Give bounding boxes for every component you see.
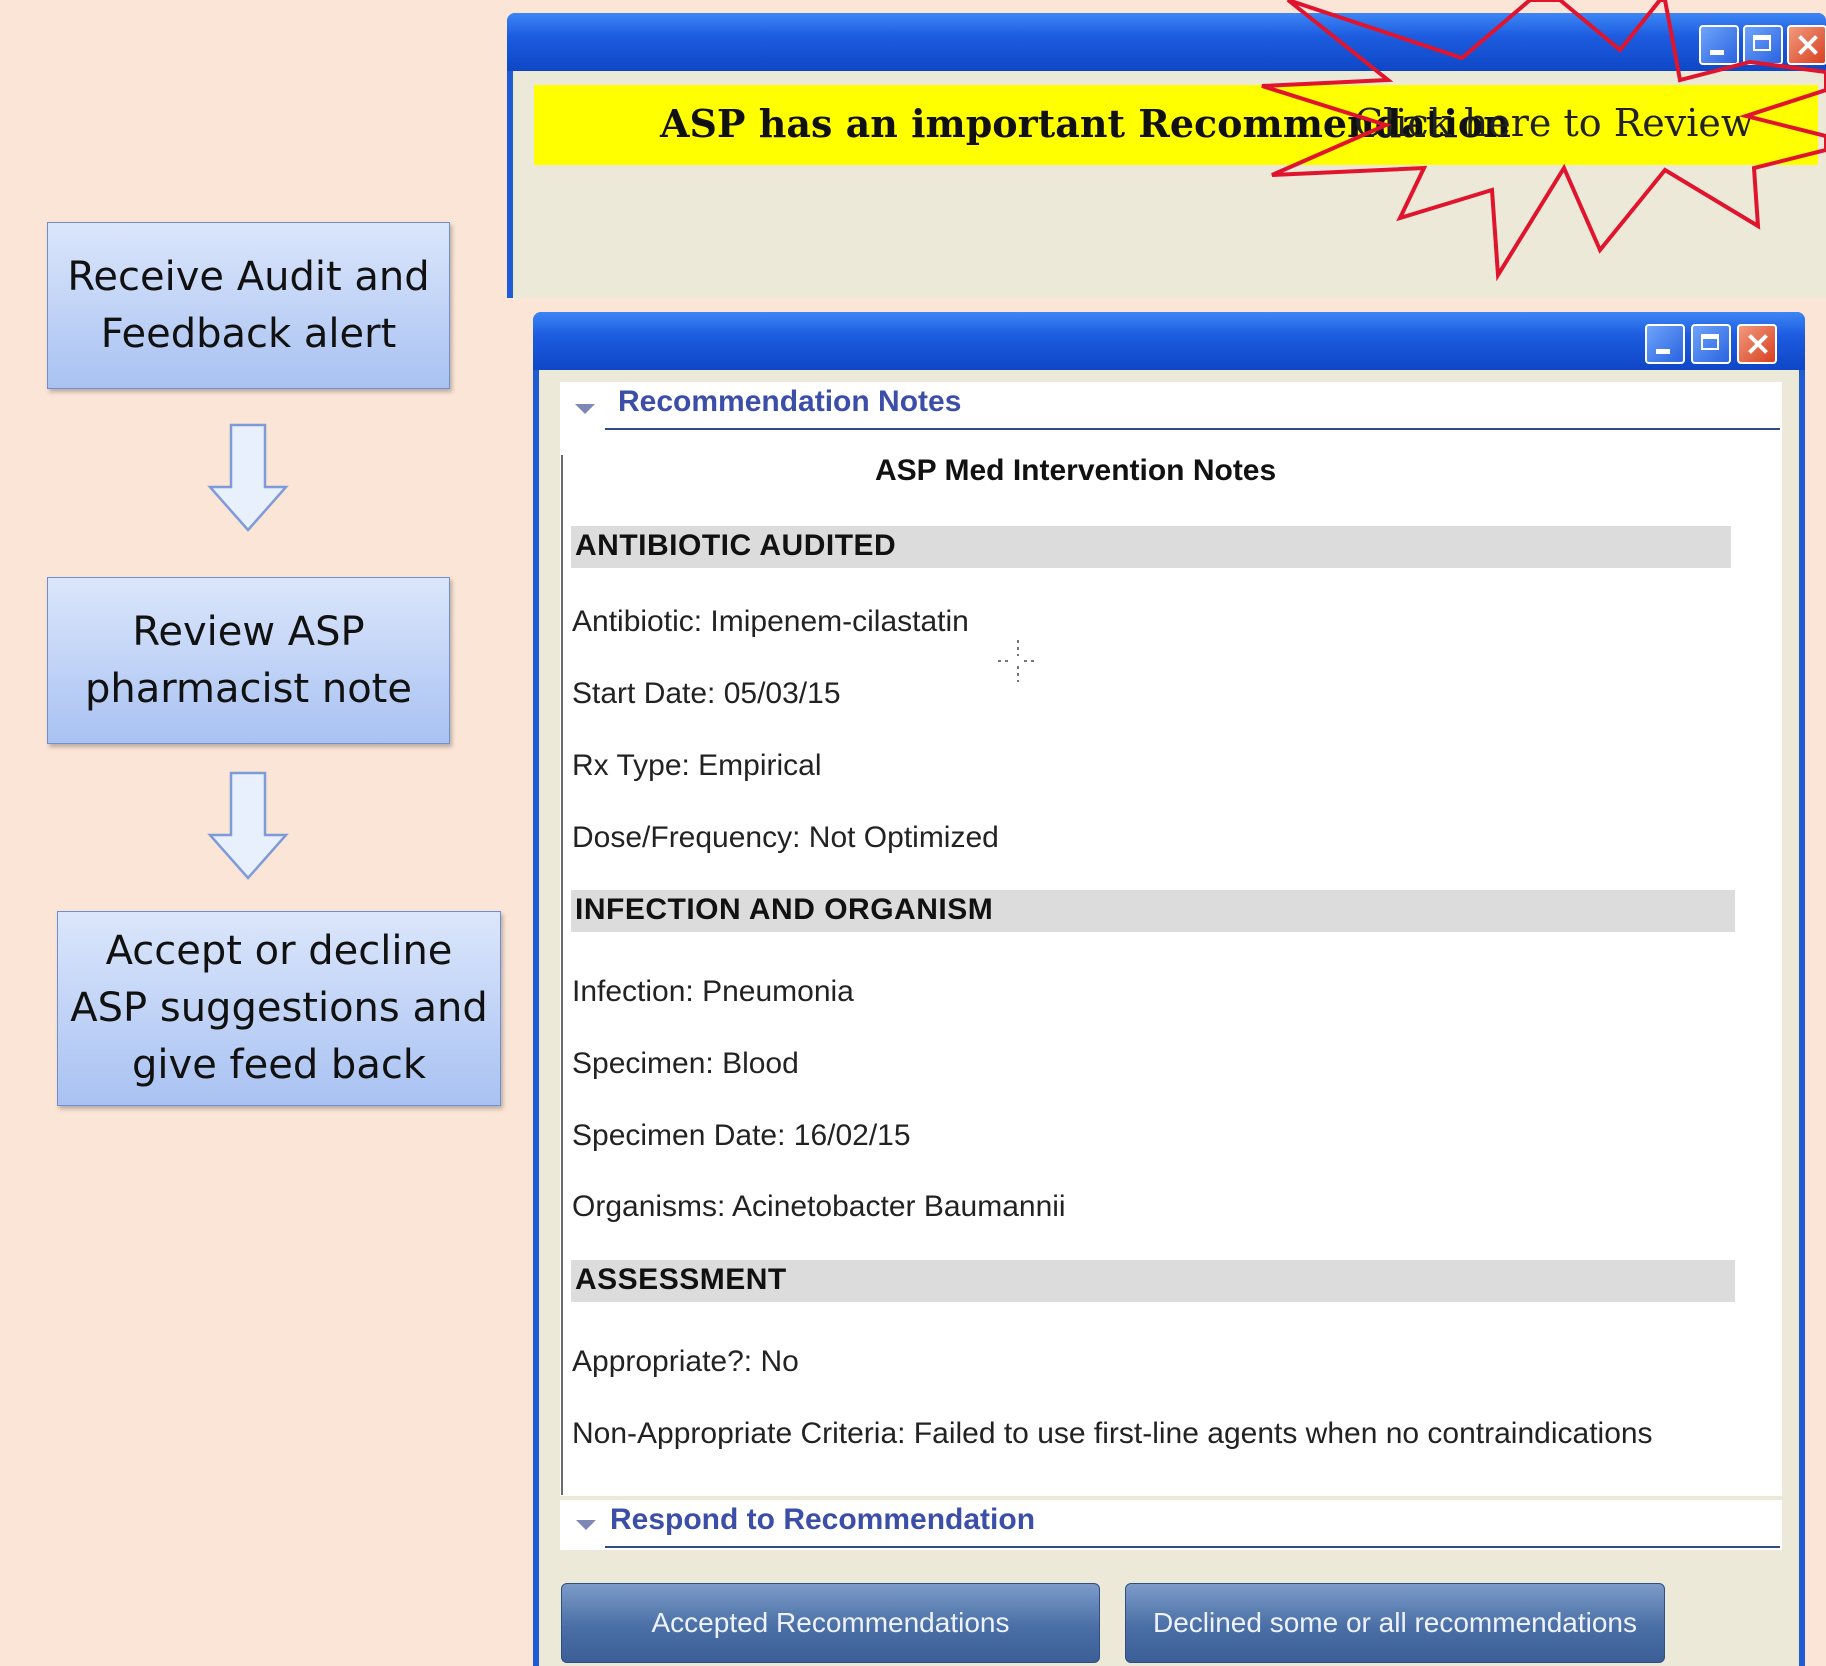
close-icon[interactable] [1737, 324, 1777, 364]
section-divider [605, 428, 1780, 430]
flow-step-accept-decline: Accept or decline ASP suggestions and gi… [57, 911, 501, 1106]
specimen-line: Specimen: Blood [572, 1047, 799, 1080]
arrow-down-icon [207, 423, 289, 532]
recommendation-notes-header[interactable]: Recommendation Notes [618, 385, 961, 419]
flow-step-line: Receive Audit and [67, 253, 430, 300]
decline-recommendations-button[interactable]: Declined some or all recommendations [1125, 1583, 1665, 1663]
minimize-icon[interactable] [1645, 324, 1685, 364]
flow-step-line: Review ASP [132, 608, 365, 655]
notes-window-titlebar [533, 312, 1805, 370]
collapse-triangle-icon[interactable] [576, 1520, 596, 1530]
accept-recommendations-button[interactable]: Accepted Recommendations [561, 1583, 1100, 1663]
criteria-line: Non-Appropriate Criteria: Failed to use … [572, 1417, 1653, 1450]
flow-step-line: pharmacist note [85, 665, 412, 712]
infection-line: Infection: Pneumonia [572, 975, 854, 1008]
respond-header[interactable]: Respond to Recommendation [610, 1503, 1035, 1537]
organisms-line: Organisms: Acinetobacter Baumannii [572, 1190, 1066, 1223]
maximize-icon[interactable] [1691, 324, 1731, 364]
dose-frequency-line: Dose/Frequency: Not Optimized [572, 821, 999, 854]
specimen-date-line: Specimen Date: 16/02/15 [572, 1119, 911, 1152]
flow-step-line: Accept or decline [105, 928, 453, 974]
infection-organism-heading: INFECTION AND ORGANISM [571, 890, 1735, 932]
rx-type-line: Rx Type: Empirical [572, 749, 822, 782]
flow-step-line: give feed back [132, 1042, 426, 1088]
flow-step-line: ASP suggestions and [70, 985, 488, 1031]
flow-step-line: Feedback alert [100, 310, 397, 357]
antibiotic-line: Antibiotic: Imipenem-cilastatin [572, 605, 969, 638]
panel-left-border [561, 455, 563, 1495]
flow-step-review-note: Review ASP pharmacist note [47, 577, 450, 744]
assessment-heading: ASSESSMENT [571, 1260, 1735, 1302]
appropriate-line: Appropriate?: No [572, 1345, 799, 1378]
note-title: ASP Med Intervention Notes [875, 454, 1277, 487]
starburst-icon [1261, 0, 1826, 282]
section-divider [605, 1546, 1780, 1548]
start-date-line: Start Date: 05/03/15 [572, 677, 841, 710]
arrow-down-icon [207, 771, 289, 880]
antibiotic-audited-heading: ANTIBIOTIC AUDITED [571, 526, 1731, 568]
cursor-crosshair-icon [998, 640, 1038, 682]
collapse-triangle-icon[interactable] [575, 404, 595, 414]
flow-step-receive-alert: Receive Audit and Feedback alert [47, 222, 450, 389]
